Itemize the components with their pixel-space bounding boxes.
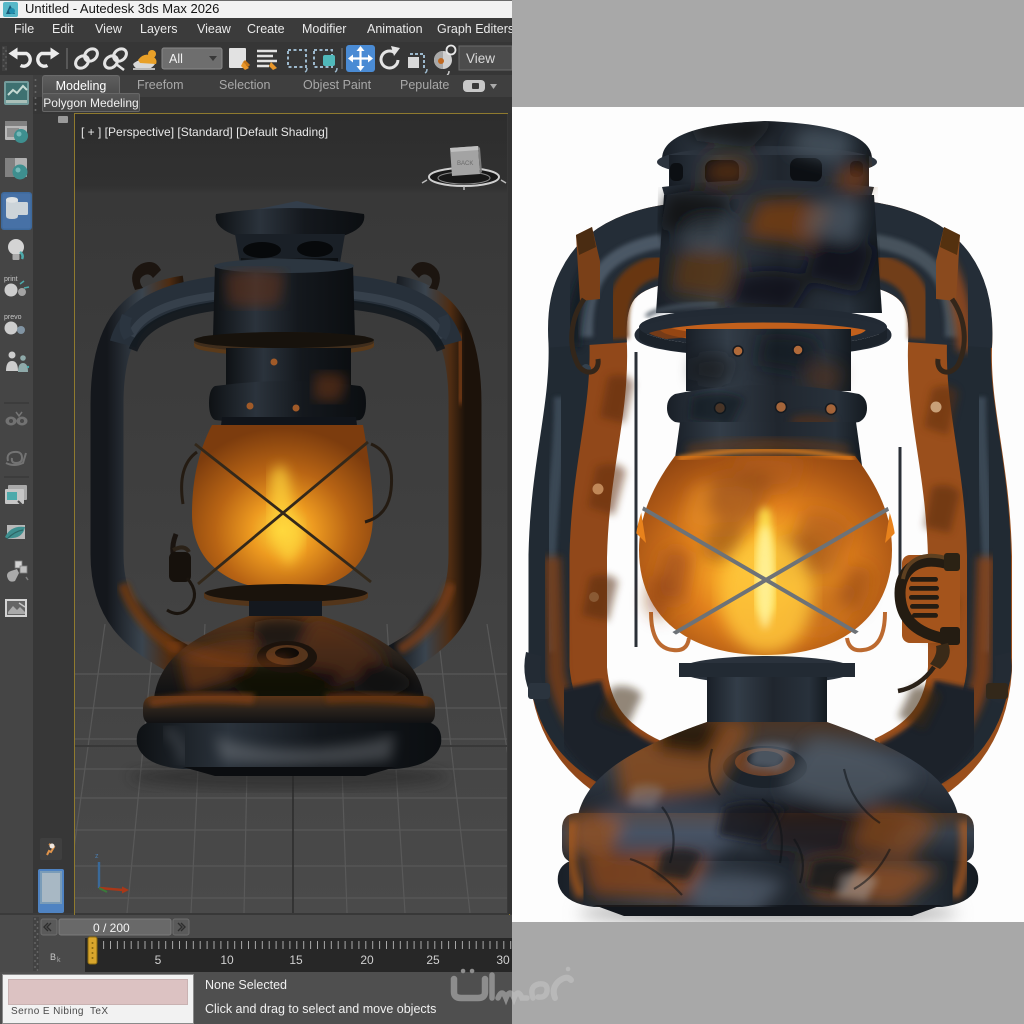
svg-text:All: All xyxy=(169,52,183,66)
svg-text:View: View xyxy=(466,51,495,66)
svg-text:5: 5 xyxy=(155,953,162,967)
svg-text:z: z xyxy=(95,853,99,860)
svg-text:k: k xyxy=(57,957,61,964)
svg-text:[ + ] [Perspective] [Standard]: [ + ] [Perspective] [Standard] [Default … xyxy=(81,125,328,139)
svg-text:B: B xyxy=(50,952,56,962)
svg-text:20: 20 xyxy=(360,953,374,967)
svg-text:prevo: prevo xyxy=(4,314,22,321)
svg-text:15: 15 xyxy=(289,953,303,967)
svg-text:BACK: BACK xyxy=(457,161,473,167)
svg-text:0 / 200: 0 / 200 xyxy=(93,921,130,935)
svg-text:10: 10 xyxy=(220,953,234,967)
svg-text:25: 25 xyxy=(426,953,440,967)
svg-text:print: print xyxy=(4,276,18,283)
